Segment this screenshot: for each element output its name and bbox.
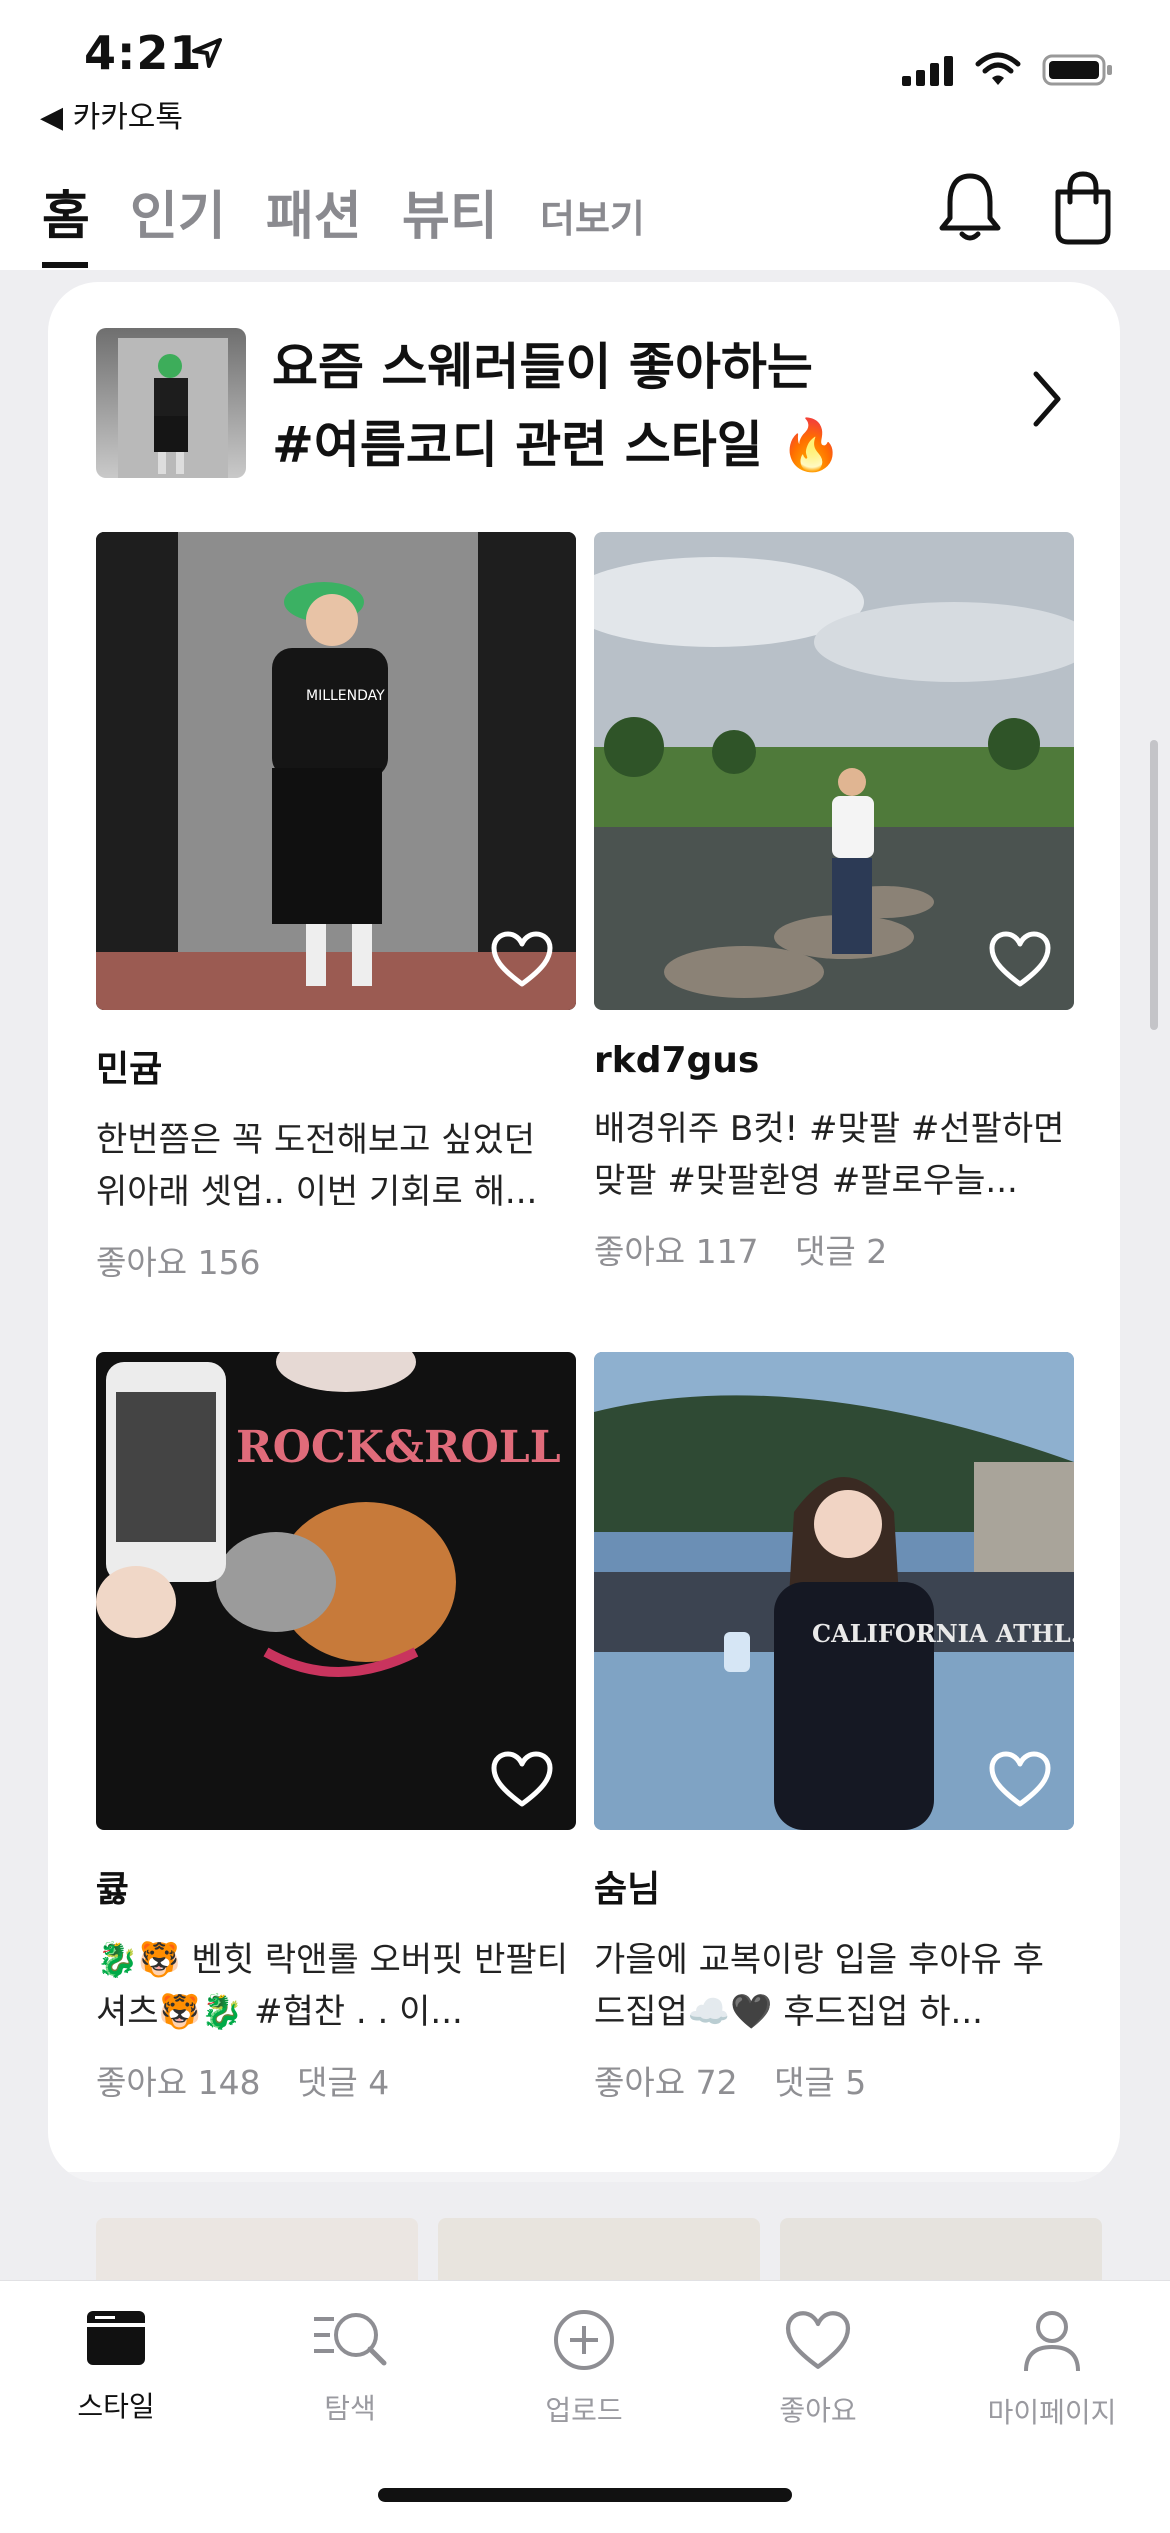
bottom-tab-mypage[interactable]: 마이페이지 [952, 2309, 1152, 2431]
status-bar: 4:21 ◀ 카카오톡 [0, 0, 1170, 150]
tab-popular[interactable]: 인기 [130, 174, 226, 249]
shirt-print-text: ROCK&ROLL [236, 1422, 561, 1473]
explore-icon [314, 2313, 387, 2366]
style-collection-card: 요즘 스웨러들이 좋아하는 #여름코디 관련 스타일 🔥 MILLENDAY 민… [48, 282, 1120, 2182]
post-image[interactable]: CALIFORNIA ATHL. CLUB [594, 1352, 1074, 1830]
post-username[interactable]: 민귬 [96, 1040, 576, 1092]
tab-beauty[interactable]: 뷰티 [402, 174, 498, 249]
active-tab-indicator [42, 262, 88, 268]
back-to-app-link[interactable]: ◀ 카카오톡 [40, 92, 183, 136]
upload-icon [554, 2310, 614, 2370]
next-section-thumbnail[interactable] [96, 2218, 418, 2280]
bottom-tab-likes[interactable]: 좋아요 [718, 2309, 918, 2429]
heart-icon [785, 2311, 851, 2369]
shirt-print-text: MILLENDAY [306, 688, 385, 704]
post-username[interactable]: 숨님 [594, 1860, 1074, 1912]
comment-count: 댓글 4 [297, 2063, 390, 2102]
tab-home[interactable]: 홈 [42, 174, 90, 249]
like-heart-icon[interactable] [490, 1750, 554, 1808]
bottom-tab-label: 좋아요 [779, 2394, 857, 2427]
post-image[interactable] [594, 532, 1074, 1010]
style-icon [87, 2311, 145, 2365]
bottom-tab-label: 스타일 [77, 2390, 155, 2423]
post-image[interactable]: MILLENDAY [96, 532, 576, 1010]
post-caption[interactable]: 배경위주 B컷! #맞팔 #선팔하면맞팔 #맞팔환영 #팔로우늘... [594, 1103, 1074, 1207]
feature-thumbnail-image [118, 338, 228, 478]
like-heart-icon[interactable] [988, 930, 1052, 988]
like-heart-icon[interactable] [490, 930, 554, 988]
tab-more[interactable]: 더보기 [540, 188, 645, 243]
post-card[interactable]: rkd7gus 배경위주 B컷! #맞팔 #선팔하면맞팔 #맞팔환영 #팔로우늘… [594, 532, 1074, 1273]
section-divider [48, 2172, 1120, 2182]
next-section-thumbnail[interactable] [780, 2218, 1102, 2280]
post-username[interactable]: 큟 [96, 1860, 576, 1912]
chevron-right-icon[interactable] [1032, 370, 1062, 428]
comment-count: 댓글 2 [795, 1232, 888, 1271]
post-card[interactable]: CALIFORNIA ATHL. CLUB 숨님 가을에 교복이랑 입을 후아유… [594, 1352, 1074, 2104]
next-section-thumbnail[interactable] [438, 2218, 760, 2280]
bottom-tab-upload[interactable]: 업로드 [484, 2309, 684, 2429]
like-count: 좋아요 117 [594, 1232, 759, 1271]
top-navigation: 홈 인기 패션 뷰티 더보기 [0, 150, 1170, 270]
feature-title-line2: #여름코디 관련 스타일 🔥 [272, 416, 843, 474]
comment-count: 댓글 5 [774, 2063, 867, 2102]
post-image[interactable]: ROCK&ROLL [96, 1352, 576, 1830]
bottom-tab-label: 탐색 [324, 2392, 376, 2425]
status-time: 4:21 [84, 26, 203, 80]
feature-title[interactable]: 요즘 스웨러들이 좋아하는 #여름코디 관련 스타일 🔥 [272, 328, 892, 484]
scrollbar[interactable] [1150, 740, 1158, 1030]
post-card[interactable]: MILLENDAY 민귬 한번쯤은 꼭 도전해보고 싶었던 위아래 셋업.. 이… [96, 532, 576, 1284]
post-caption[interactable]: 🐉🐯 벤힛 락앤롤 오버핏 반팔티셔츠🐯🐉 #협찬 . . 이... [96, 1934, 576, 2038]
post-stats: 좋아요 117 댓글 2 [594, 1225, 1074, 1273]
signal-icon [902, 56, 953, 86]
post-caption[interactable]: 한번쯤은 꼭 도전해보고 싶었던 위아래 셋업.. 이번 기회로 해... [96, 1114, 576, 1218]
tab-fashion[interactable]: 패션 [266, 174, 362, 249]
system-icons [902, 52, 1114, 88]
feature-thumbnail[interactable] [96, 328, 246, 478]
location-arrow-icon [192, 38, 222, 68]
battery-icon [1042, 54, 1112, 86]
hoodie-print-text: CALIFORNIA ATHL. CLUB [812, 1619, 1074, 1648]
bottom-tab-label: 마이페이지 [987, 2396, 1117, 2429]
post-card[interactable]: ROCK&ROLL 큟 🐉🐯 벤힛 락앤롤 오버핏 반팔티셔츠🐯🐉 #협찬 . … [96, 1352, 576, 2104]
post-stats: 좋아요 156 [96, 1236, 576, 1284]
home-indicator[interactable] [378, 2488, 792, 2502]
bell-icon[interactable] [938, 170, 1002, 244]
feature-title-line1: 요즘 스웨러들이 좋아하는 [272, 338, 813, 396]
wifi-icon [975, 52, 1021, 85]
like-count: 좋아요 148 [96, 2063, 261, 2102]
shopping-bag-icon[interactable] [1050, 170, 1116, 246]
like-count: 좋아요 156 [96, 1243, 261, 1282]
profile-icon [1024, 2311, 1080, 2372]
post-stats: 좋아요 148 댓글 4 [96, 2056, 576, 2104]
post-caption[interactable]: 가을에 교복이랑 입을 후아유 후드집업☁️🖤 후드집업 하... [594, 1934, 1074, 2038]
bottom-tab-label: 업로드 [545, 2394, 623, 2427]
bottom-tab-style[interactable]: 스타일 [16, 2309, 216, 2425]
like-heart-icon[interactable] [988, 1750, 1052, 1808]
post-username[interactable]: rkd7gus [594, 1040, 1074, 1081]
like-count: 좋아요 72 [594, 2063, 738, 2102]
bottom-tab-explore[interactable]: 탐색 [250, 2309, 450, 2427]
post-stats: 좋아요 72 댓글 5 [594, 2056, 1074, 2104]
